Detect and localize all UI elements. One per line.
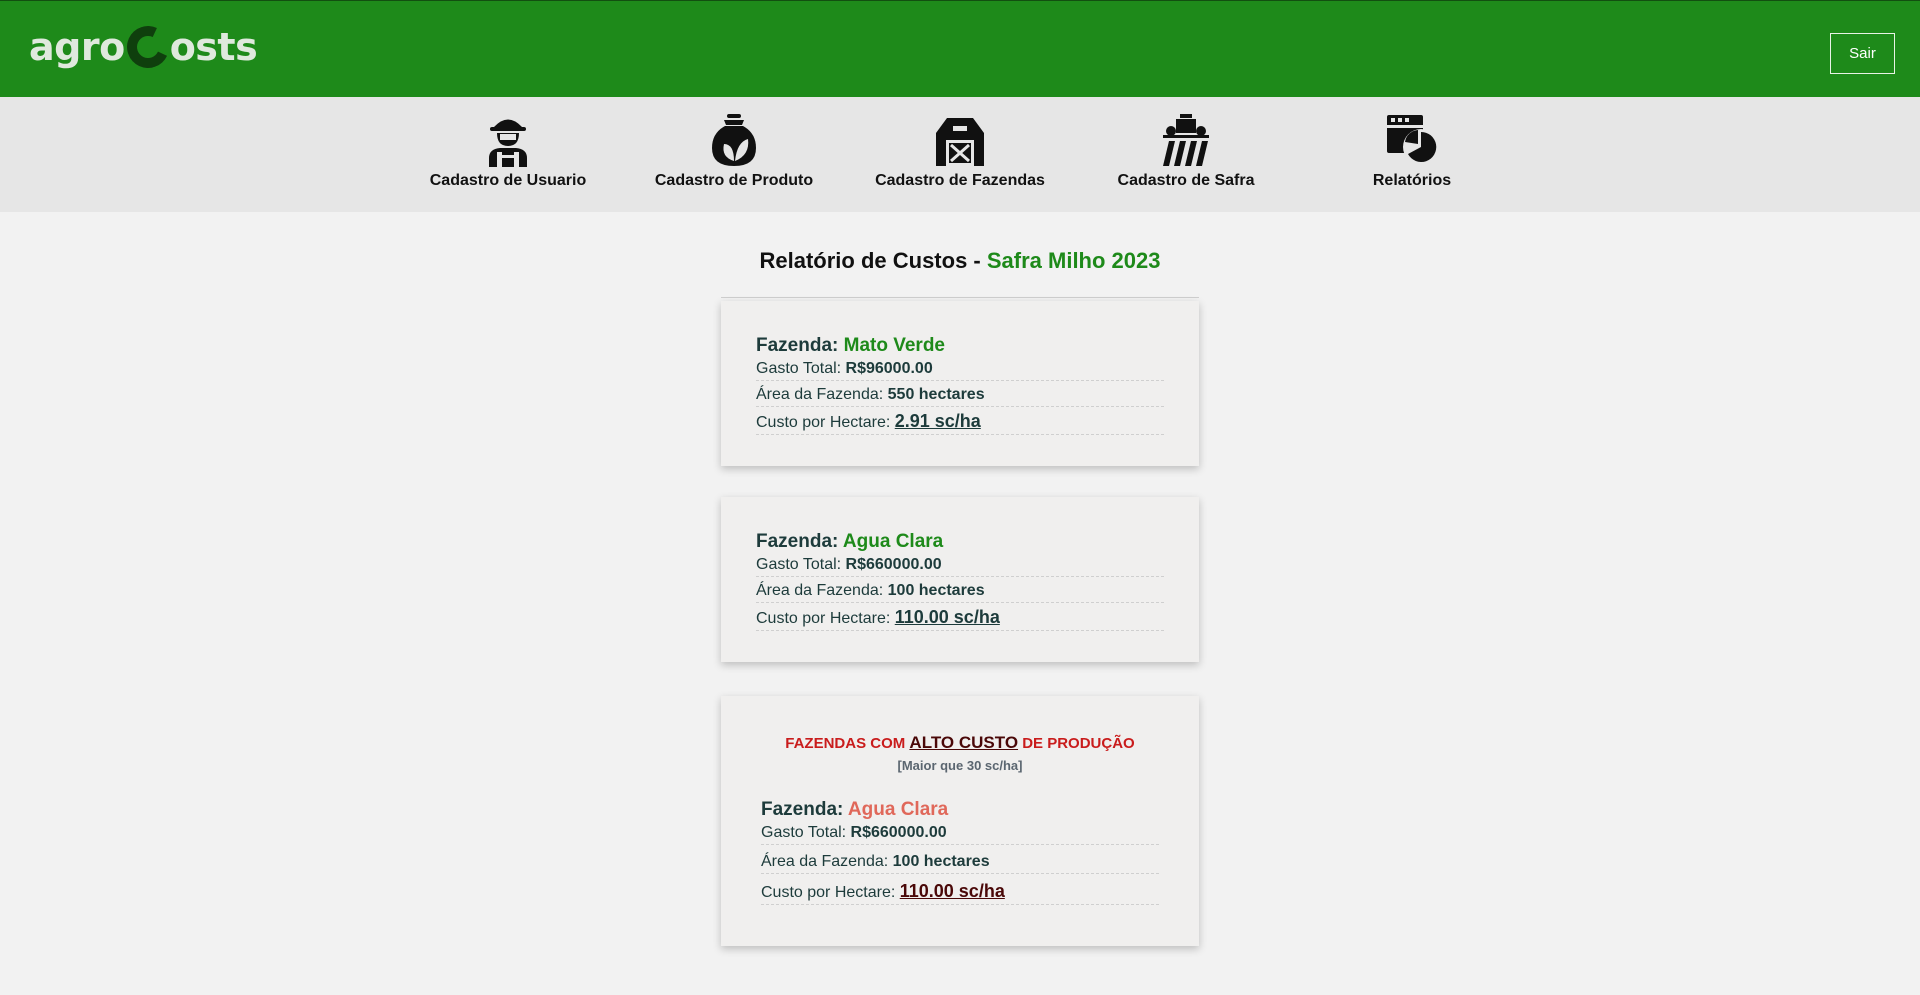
custo-hectare-label: Custo por Hectare: — [756, 610, 895, 627]
nav-label: Cadastro de Usuario — [429, 172, 587, 189]
gasto-total-row: Gasto Total: R$660000.00 — [756, 554, 1164, 577]
area-row: Área da Fazenda: 550 hectares — [756, 384, 1164, 407]
area-row: Área da Fazenda: 100 hectares — [761, 851, 1159, 874]
nav-item-cadastro-fazendas[interactable]: Cadastro de Fazendas — [870, 113, 1050, 190]
alert-subtitle: [Maior que 30 sc/ha] — [897, 758, 1023, 773]
report-title-prefix: Relatório de Custos - — [759, 248, 987, 273]
logo-c-mark — [120, 20, 175, 74]
custo-hectare-value: 2.91 sc/ha — [894, 411, 981, 431]
farm-name-label: Fazenda: — [761, 799, 848, 820]
logout-button[interactable]: Sair — [1830, 33, 1895, 74]
alert-title-after: DE PRODUÇÃO — [1018, 735, 1135, 752]
farm-name-value: Mato Verde — [843, 335, 945, 356]
farm-cost-card: Fazenda: Mato Verde Gasto Total: R$96000… — [721, 301, 1199, 466]
tractor-field-icon — [1163, 114, 1209, 166]
top-header: agro osts Sair — [0, 0, 1920, 97]
agrocosts-logo[interactable]: agro osts — [29, 20, 258, 74]
area-label: Área da Fazenda: — [756, 582, 888, 599]
title-divider — [721, 297, 1199, 298]
farm-details: Fazenda: Agua Clara Gasto Total: R$66000… — [761, 798, 1159, 911]
gasto-total-row: Gasto Total: R$660000.00 — [761, 822, 1159, 845]
custo-hectare-value: 110.00 sc/ha — [894, 607, 1000, 627]
area-value: 100 hectares — [892, 853, 990, 870]
custo-hectare-label: Custo por Hectare: — [761, 884, 900, 901]
farm-details: Fazenda: Agua Clara Gasto Total: R$66000… — [756, 530, 1164, 634]
gasto-total-value: R$660000.00 — [845, 556, 942, 573]
gasto-total-value: R$96000.00 — [845, 360, 933, 377]
nav-item-relatorios[interactable]: Relatórios — [1322, 113, 1502, 190]
farm-name: Fazenda: Mato Verde — [756, 334, 1164, 358]
logo-text-osts: osts — [169, 25, 258, 69]
area-value: 550 hectares — [887, 386, 985, 403]
farm-cost-card: Fazenda: Agua Clara Gasto Total: R$66000… — [721, 497, 1199, 662]
area-row: Área da Fazenda: 100 hectares — [756, 580, 1164, 603]
area-value: 100 hectares — [887, 582, 985, 599]
farmer-icon — [489, 119, 527, 167]
alert-title-before: FAZENDAS COM — [785, 735, 910, 752]
report-title-safra: Safra Milho 2023 — [986, 248, 1161, 273]
custo-hectare-label: Custo por Hectare: — [756, 414, 895, 431]
gasto-total-label: Gasto Total: — [756, 556, 846, 573]
barn-icon — [936, 118, 984, 166]
main-nav: Cadastro de Usuario Cadastro de Produto … — [0, 97, 1920, 212]
nav-item-cadastro-safra[interactable]: Cadastro de Safra — [1096, 113, 1276, 190]
custo-hectare-row: Custo por Hectare: 2.91 sc/ha — [756, 410, 1164, 435]
nav-label: Relatórios — [1372, 172, 1452, 189]
farm-name-label: Fazenda: — [756, 531, 843, 552]
farm-name-label: Fazenda: — [756, 335, 844, 356]
farm-name: Fazenda: Agua Clara — [756, 530, 1164, 554]
report-title: Relatório de Custos - Safra Milho 2023 — [721, 248, 1199, 274]
fertilizer-bag-icon — [712, 114, 756, 166]
farm-name-value: Agua Clara — [847, 799, 949, 820]
gasto-total-row: Gasto Total: R$96000.00 — [756, 358, 1164, 381]
custo-hectare-row: Custo por Hectare: 110.00 sc/ha — [761, 880, 1159, 905]
nav-item-cadastro-produto[interactable]: Cadastro de Produto — [644, 113, 824, 190]
high-cost-alert-card: FAZENDAS COM ALTO CUSTO DE PRODUÇÃO [Mai… — [721, 696, 1199, 946]
alert-title-emphasis: ALTO CUSTO — [909, 733, 1019, 752]
report-chart-icon — [1387, 115, 1439, 165]
gasto-total-value: R$660000.00 — [850, 824, 947, 841]
nav-label: Cadastro de Safra — [1117, 172, 1255, 189]
gasto-total-label: Gasto Total: — [756, 360, 846, 377]
custo-hectare-value: 110.00 sc/ha — [899, 881, 1005, 901]
farm-name-value: Agua Clara — [842, 531, 944, 552]
logo-text-agro: agro — [29, 25, 125, 69]
nav-item-cadastro-usuario[interactable]: Cadastro de Usuario — [418, 113, 598, 190]
alert-title: FAZENDAS COM ALTO CUSTO DE PRODUÇÃO — [721, 733, 1199, 753]
area-label: Área da Fazenda: — [761, 853, 893, 870]
farm-name: Fazenda: Agua Clara — [761, 798, 1159, 822]
farm-details: Fazenda: Mato Verde Gasto Total: R$96000… — [756, 334, 1164, 438]
area-label: Área da Fazenda: — [756, 386, 888, 403]
gasto-total-label: Gasto Total: — [761, 824, 851, 841]
nav-label: Cadastro de Produto — [654, 172, 814, 189]
custo-hectare-row: Custo por Hectare: 110.00 sc/ha — [756, 606, 1164, 631]
nav-label: Cadastro de Fazendas — [875, 172, 1045, 189]
